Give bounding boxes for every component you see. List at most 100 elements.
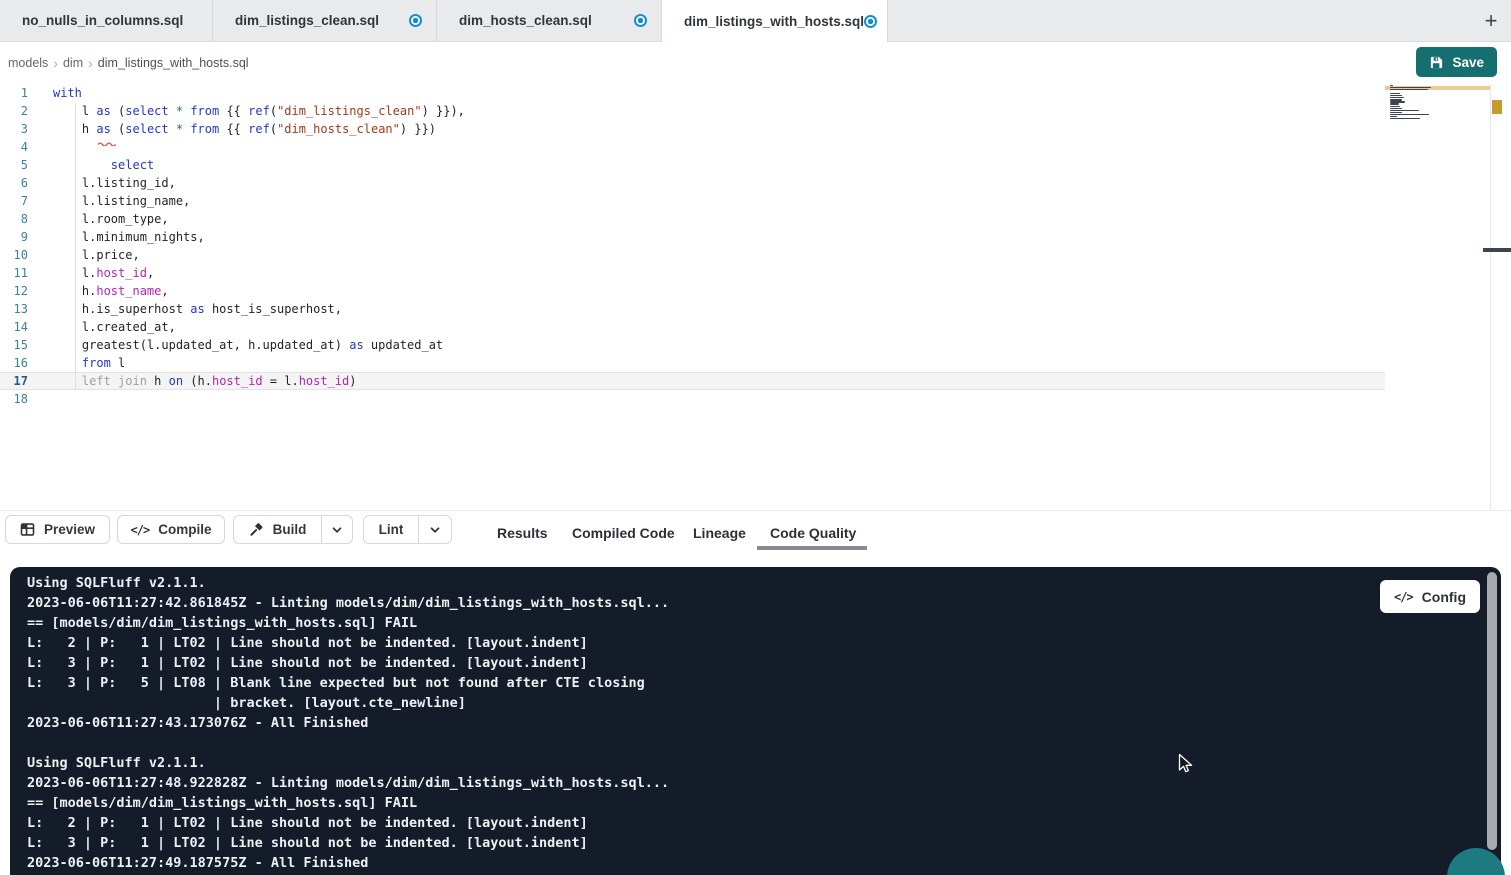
build-button-label: Build: [273, 522, 307, 537]
file-tab-label: dim_listings_with_hosts.sql: [684, 14, 864, 29]
unsaved-changes-dot-icon[interactable]: [634, 14, 647, 27]
code-line-6[interactable]: 6 l.listing_id,: [0, 174, 1385, 192]
terminal-line: Using SQLFluff v2.1.1.: [27, 573, 669, 593]
build-split-button: Build: [233, 515, 353, 544]
line-number: 13: [0, 300, 42, 318]
lint-squiggle-line3: [98, 133, 116, 138]
line-number: 11: [0, 264, 42, 282]
preview-button[interactable]: Preview: [5, 515, 110, 544]
minimap-code-line: [1390, 118, 1420, 119]
compile-button[interactable]: </> Compile: [117, 515, 225, 544]
save-icon: [1429, 55, 1444, 70]
line-number: 6: [0, 174, 42, 192]
editor-tab-bar: no_nulls_in_columns.sql dim_listings_clea…: [0, 0, 1511, 42]
code-text: [42, 390, 53, 408]
code-line-1[interactable]: 1with: [0, 84, 1385, 102]
terminal-line: L: 3 | P: 5 | LT08 | Blank line expected…: [27, 673, 669, 693]
preview-button-label: Preview: [44, 522, 95, 537]
lint-options-button[interactable]: [418, 515, 452, 544]
minimap-code-line: [1390, 112, 1402, 113]
hammer-icon: [249, 522, 264, 537]
code-lines[interactable]: 1with2 l as (select * from {{ ref("dim_l…: [0, 84, 1385, 408]
code-text: h.is_superhost as host_is_superhost,: [42, 300, 342, 318]
code-line-2[interactable]: 2 l as (select * from {{ ref("dim_listin…: [0, 102, 1385, 120]
panel-tab-compiled-code[interactable]: Compiled Code: [572, 511, 675, 555]
file-tab-no_nulls_in_columns.sql[interactable]: no_nulls_in_columns.sql: [0, 0, 213, 41]
unsaved-changes-dot-icon[interactable]: [409, 14, 422, 27]
minimap-code-line: [1390, 106, 1400, 107]
code-line-11[interactable]: 11 l.host_id,: [0, 264, 1385, 282]
terminal-line: == [models/dim/dim_listings_with_hosts.s…: [27, 613, 669, 633]
new-tab-button[interactable]: +: [1478, 8, 1504, 34]
file-tab-dim_hosts_clean.sql[interactable]: dim_hosts_clean.sql: [437, 0, 662, 41]
minimap[interactable]: [1385, 84, 1490, 510]
code-line-7[interactable]: 7 l.listing_name,: [0, 192, 1385, 210]
terminal-line: 2023-06-06T11:27:48.922828Z - Linting mo…: [27, 773, 669, 793]
code-line-8[interactable]: 8 l.room_type,: [0, 210, 1385, 228]
minimap-code-line: [1390, 85, 1393, 86]
code-text: greatest(l.updated_at, h.updated_at) as …: [42, 336, 443, 354]
terminal-line: 2023-06-06T11:27:42.861845Z - Linting mo…: [27, 593, 669, 613]
code-text: l.created_at,: [42, 318, 176, 336]
minimap-code-line: [1390, 87, 1431, 88]
line-number: 4: [0, 138, 42, 156]
line-number: 1: [0, 84, 42, 102]
config-button[interactable]: </> Config: [1380, 580, 1480, 613]
line-number: 2: [0, 102, 42, 120]
line-number: 14: [0, 318, 42, 336]
code-text: [42, 138, 53, 156]
code-line-12[interactable]: 12 h.host_name,: [0, 282, 1385, 300]
chevron-right-icon: ›: [88, 55, 93, 71]
unsaved-changes-dot-icon[interactable]: [864, 15, 877, 28]
terminal-line: == [models/dim/dim_listings_with_hosts.s…: [27, 793, 669, 813]
file-tab-dim_listings_with_hosts.sql[interactable]: dim_listings_with_hosts.sql: [662, 0, 888, 42]
code-line-9[interactable]: 9 l.minimum_nights,: [0, 228, 1385, 246]
code-text: l.listing_id,: [42, 174, 176, 192]
build-button[interactable]: Build: [233, 515, 322, 544]
code-line-10[interactable]: 10 l.price,: [0, 246, 1385, 264]
lint-button[interactable]: Lint: [363, 515, 419, 544]
code-line-17[interactable]: 17 left join h on (h.host_id = l.host_id…: [0, 372, 1385, 390]
save-button[interactable]: Save: [1416, 47, 1497, 77]
code-text: l as (select * from {{ ref("dim_listings…: [42, 102, 465, 120]
code-line-18[interactable]: 18: [0, 390, 1385, 408]
code-line-5[interactable]: 5 select: [0, 156, 1385, 174]
code-line-4[interactable]: 4: [0, 138, 1385, 156]
code-text: l.listing_name,: [42, 192, 190, 210]
lint-split-button: Lint: [363, 515, 452, 544]
ruler-cursor-marker: [1483, 248, 1511, 252]
terminal-output: Using SQLFluff v2.1.1.2023-06-06T11:27:4…: [27, 573, 669, 873]
file-tab-label: dim_listings_clean.sql: [235, 13, 379, 28]
overview-ruler: [1490, 84, 1511, 510]
file-tab-dim_listings_clean.sql[interactable]: dim_listings_clean.sql: [213, 0, 437, 41]
save-button-label: Save: [1452, 55, 1484, 70]
panel-tab-results[interactable]: Results: [497, 511, 548, 555]
chevron-right-icon: ›: [53, 55, 58, 71]
code-text: l.price,: [42, 246, 140, 264]
code-line-16[interactable]: 16 from l: [0, 354, 1385, 372]
line-number: 7: [0, 192, 42, 210]
panel-tab-lineage[interactable]: Lineage: [693, 511, 746, 555]
line-number: 17: [0, 372, 42, 390]
chevron-down-icon: [330, 523, 344, 537]
code-text: with: [42, 84, 82, 102]
breadcrumb-item-models[interactable]: models: [8, 56, 48, 70]
active-panel-tab-underline: [757, 546, 867, 550]
code-brackets-icon: </>: [131, 523, 150, 537]
build-options-button[interactable]: [321, 515, 353, 544]
terminal-line: L: 2 | P: 1 | LT02 | Line should not be …: [27, 633, 669, 653]
compile-button-label: Compile: [158, 522, 211, 537]
terminal-scrollbar[interactable]: [1487, 572, 1497, 850]
line-number: 5: [0, 156, 42, 174]
code-text: h.host_name,: [42, 282, 169, 300]
breadcrumb-item-dim[interactable]: dim: [63, 56, 83, 70]
code-line-15[interactable]: 15 greatest(l.updated_at, h.updated_at) …: [0, 336, 1385, 354]
code-line-3[interactable]: 3 h as (select * from {{ ref("dim_hosts_…: [0, 120, 1385, 138]
line-number: 18: [0, 390, 42, 408]
code-line-13[interactable]: 13 h.is_superhost as host_is_superhost,: [0, 300, 1385, 318]
code-line-14[interactable]: 14 l.created_at,: [0, 318, 1385, 336]
code-text: l.minimum_nights,: [42, 228, 205, 246]
indent-guide: [75, 104, 76, 390]
breadcrumb-item-dim_listings_with_hosts.sql[interactable]: dim_listings_with_hosts.sql: [98, 56, 249, 70]
code-editor[interactable]: 1with2 l as (select * from {{ ref("dim_l…: [0, 84, 1511, 510]
